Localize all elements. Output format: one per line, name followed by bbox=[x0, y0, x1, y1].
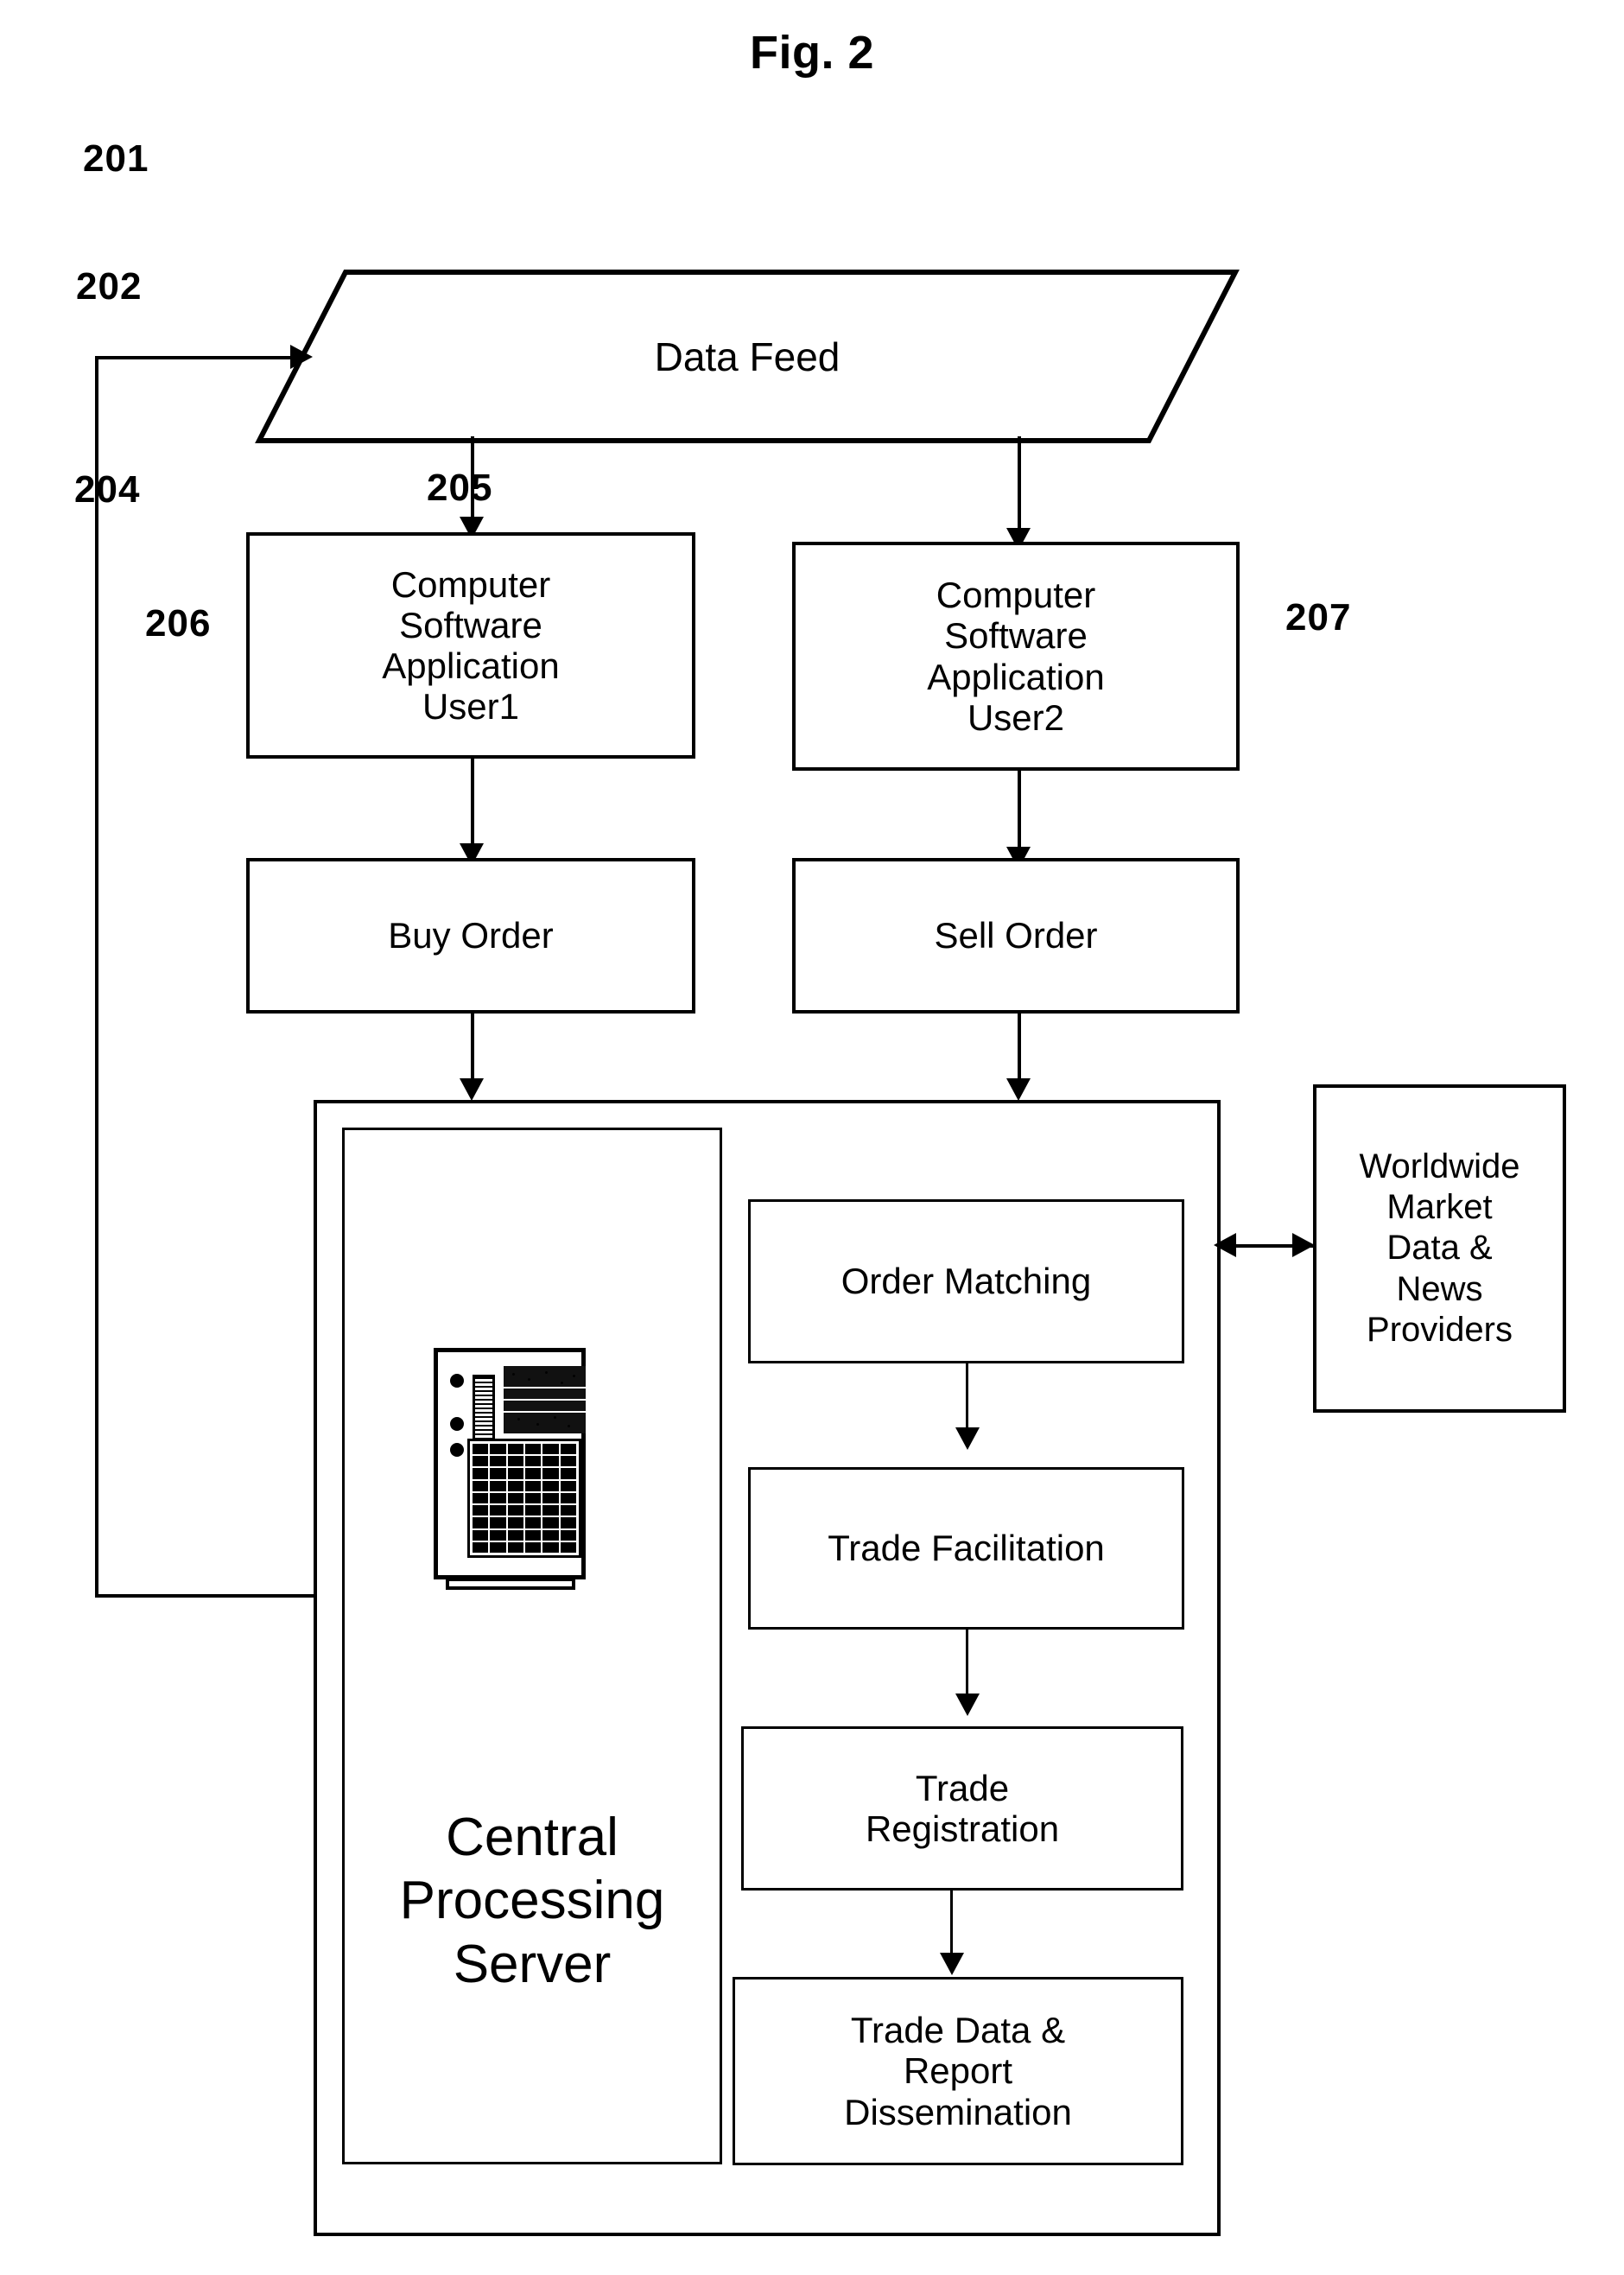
connector-feed-to-user2 bbox=[1018, 436, 1021, 538]
app-user2-line-4: User2 bbox=[967, 696, 1065, 738]
feedback-line-top bbox=[95, 356, 295, 359]
feedback-line-vertical bbox=[95, 356, 98, 1597]
providers-line-5: Providers bbox=[1367, 1310, 1513, 1349]
providers-line-4: News bbox=[1396, 1269, 1483, 1308]
feedback-line-bottom bbox=[95, 1594, 315, 1598]
software-application-user1-node[interactable]: Computer Software Application User1 bbox=[246, 532, 695, 759]
data-feed-label: Data Feed bbox=[654, 334, 841, 379]
feedback-arrowhead bbox=[290, 345, 313, 369]
providers-line-3: Data & bbox=[1386, 1229, 1493, 1268]
app-user2-line-1: Computer bbox=[936, 575, 1096, 616]
buy-order-label: Buy Order bbox=[388, 915, 554, 956]
arrowhead-providers-to-server bbox=[1214, 1233, 1236, 1257]
arrowhead-registration-to-dissemination bbox=[940, 1953, 964, 1975]
sell-order-label: Sell Order bbox=[934, 915, 1098, 956]
buy-order-node[interactable]: Buy Order bbox=[246, 858, 695, 1014]
order-matching-label: Order Matching bbox=[841, 1261, 1092, 1302]
figure-canvas: Fig. 2 201 202 203 204 205 206 207 208 2… bbox=[0, 0, 1624, 2275]
server-chassis bbox=[434, 1348, 586, 1579]
arrowhead-server-to-providers bbox=[1292, 1233, 1315, 1257]
server-keypad bbox=[467, 1439, 581, 1558]
arrowhead-facilitation-to-registration bbox=[955, 1694, 980, 1716]
central-server-line-2: Processing bbox=[399, 1871, 665, 1931]
sell-order-node[interactable]: Sell Order bbox=[792, 858, 1240, 1014]
ref-label-205: 205 bbox=[427, 467, 493, 509]
arrowhead-sell-to-server bbox=[1006, 1078, 1031, 1101]
ref-label-204: 204 bbox=[74, 468, 141, 511]
arrowhead-matching-to-facilitation bbox=[955, 1427, 980, 1450]
central-server-line-3: Server bbox=[453, 1934, 612, 1994]
app-user1-line-3: Application bbox=[382, 645, 560, 686]
trade-facilitation-node[interactable]: Trade Facilitation bbox=[748, 1467, 1184, 1630]
order-matching-node[interactable]: Order Matching bbox=[748, 1199, 1184, 1363]
ref-label-207: 207 bbox=[1285, 596, 1352, 639]
central-server-line-1: Central bbox=[446, 1808, 619, 1868]
providers-line-1: Worldwide bbox=[1359, 1147, 1520, 1186]
ref-label-201: 201 bbox=[83, 137, 149, 180]
trade-registration-line-2: Registration bbox=[865, 1808, 1060, 1849]
dissemination-line-3: Dissemination bbox=[844, 2091, 1072, 2132]
server-display-panel bbox=[504, 1366, 586, 1433]
connector-user1-to-buy bbox=[471, 759, 474, 854]
app-user1-line-4: User1 bbox=[422, 686, 520, 728]
central-processing-server-label-group: Central Processing Server bbox=[346, 1758, 719, 2043]
app-user2-line-3: Application bbox=[927, 656, 1105, 697]
trade-registration-line-1: Trade bbox=[915, 1767, 1010, 1808]
trade-data-report-dissemination-node[interactable]: Trade Data & Report Dissemination bbox=[733, 1977, 1183, 2165]
arrowhead-buy-to-server bbox=[460, 1078, 484, 1101]
data-feed-node[interactable]: Data Feed bbox=[255, 268, 1240, 445]
connector-feed-to-user1 bbox=[471, 436, 474, 527]
providers-line-2: Market bbox=[1386, 1188, 1493, 1227]
market-data-news-providers-node[interactable]: Worldwide Market Data & News Providers bbox=[1313, 1084, 1566, 1413]
dissemination-line-1: Trade Data & bbox=[850, 2010, 1066, 2051]
ref-label-206: 206 bbox=[145, 602, 212, 645]
app-user1-line-1: Computer bbox=[390, 563, 551, 605]
dissemination-line-2: Report bbox=[903, 2050, 1013, 2092]
server-base bbox=[446, 1578, 575, 1590]
server-knob-2 bbox=[450, 1417, 464, 1431]
server-knob-1 bbox=[450, 1374, 464, 1388]
app-user1-line-2: Software bbox=[399, 604, 542, 645]
software-application-user2-node[interactable]: Computer Software Application User2 bbox=[792, 542, 1240, 771]
figure-title: Fig. 2 bbox=[749, 27, 874, 79]
trade-facilitation-label: Trade Facilitation bbox=[828, 1528, 1105, 1569]
server-computer-icon bbox=[423, 1348, 596, 1594]
ref-label-202: 202 bbox=[76, 265, 143, 308]
trade-registration-node[interactable]: Trade Registration bbox=[741, 1726, 1183, 1891]
connector-user2-to-sell bbox=[1018, 771, 1021, 857]
app-user2-line-2: Software bbox=[944, 615, 1088, 657]
server-knob-3 bbox=[450, 1443, 464, 1457]
